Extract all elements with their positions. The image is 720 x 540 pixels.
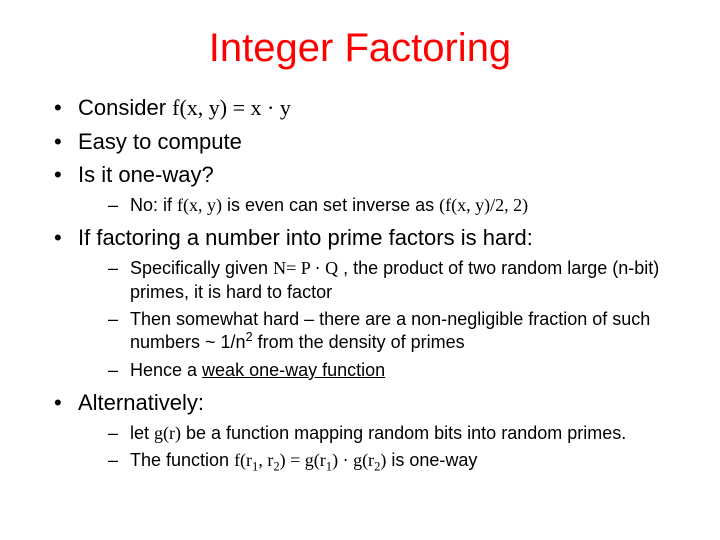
sub-hence: Hence a weak one-way function bbox=[78, 359, 680, 382]
expr: f(x, y) bbox=[177, 195, 222, 215]
text: Is it one-way? bbox=[78, 162, 214, 187]
bullet-consider: Consider f(x, y) = x · y bbox=[40, 93, 680, 123]
text: from the density of primes bbox=[253, 332, 465, 352]
text: The function bbox=[130, 450, 234, 470]
t: ) = g(r bbox=[280, 450, 326, 470]
underline-weak: weak one-way function bbox=[202, 360, 385, 380]
expr: f(r1, r2) = g(r1) · g(r2) bbox=[234, 450, 386, 470]
text: let bbox=[130, 423, 154, 443]
t: , r bbox=[258, 450, 273, 470]
sub-the-function: The function f(r1, r2) = g(r1) · g(r2) i… bbox=[78, 449, 680, 472]
text: Alternatively: bbox=[78, 390, 204, 415]
text: is one-way bbox=[386, 450, 477, 470]
sub-specifically: Specifically given N= P · Q , the produc… bbox=[78, 257, 680, 304]
expr: f(x, y) = x · y bbox=[172, 95, 291, 120]
t: f(r bbox=[234, 450, 252, 470]
expr: N= P · Q bbox=[273, 258, 338, 278]
sublist: No: if f(x, y) is even can set inverse a… bbox=[78, 194, 680, 217]
slide-title: Integer Factoring bbox=[40, 26, 680, 71]
text: Specifically given bbox=[130, 258, 273, 278]
sub-somewhat-hard: Then somewhat hard – there are a non-neg… bbox=[78, 308, 680, 355]
bullet-oneway: Is it one-way? No: if f(x, y) is even ca… bbox=[40, 160, 680, 217]
text: be a function mapping random bits into r… bbox=[181, 423, 626, 443]
sublist: Specifically given N= P · Q , the produc… bbox=[78, 257, 680, 382]
text: Hence a bbox=[130, 360, 202, 380]
text: is even can set inverse as bbox=[222, 195, 439, 215]
bullet-alternatively: Alternatively: let g(r) be a function ma… bbox=[40, 388, 680, 472]
text: Easy to compute bbox=[78, 129, 242, 154]
text: If factoring a number into prime factors… bbox=[78, 225, 533, 250]
exponent: 2 bbox=[246, 330, 253, 344]
text: No: if bbox=[130, 195, 177, 215]
text: Consider bbox=[78, 95, 172, 120]
slide: Integer Factoring Consider f(x, y) = x ·… bbox=[0, 0, 720, 499]
bullet-list: Consider f(x, y) = x · y Easy to compute… bbox=[40, 93, 680, 473]
expr: g(r) bbox=[154, 423, 181, 443]
bullet-easy: Easy to compute bbox=[40, 127, 680, 157]
sub-no: No: if f(x, y) is even can set inverse a… bbox=[78, 194, 680, 217]
sub-let-gr: let g(r) be a function mapping random bi… bbox=[78, 422, 680, 445]
expr: (f(x, y)/2, 2) bbox=[439, 195, 528, 215]
bullet-factoring-hard: If factoring a number into prime factors… bbox=[40, 223, 680, 382]
sublist: let g(r) be a function mapping random bi… bbox=[78, 422, 680, 473]
t: ) · g(r bbox=[332, 450, 374, 470]
